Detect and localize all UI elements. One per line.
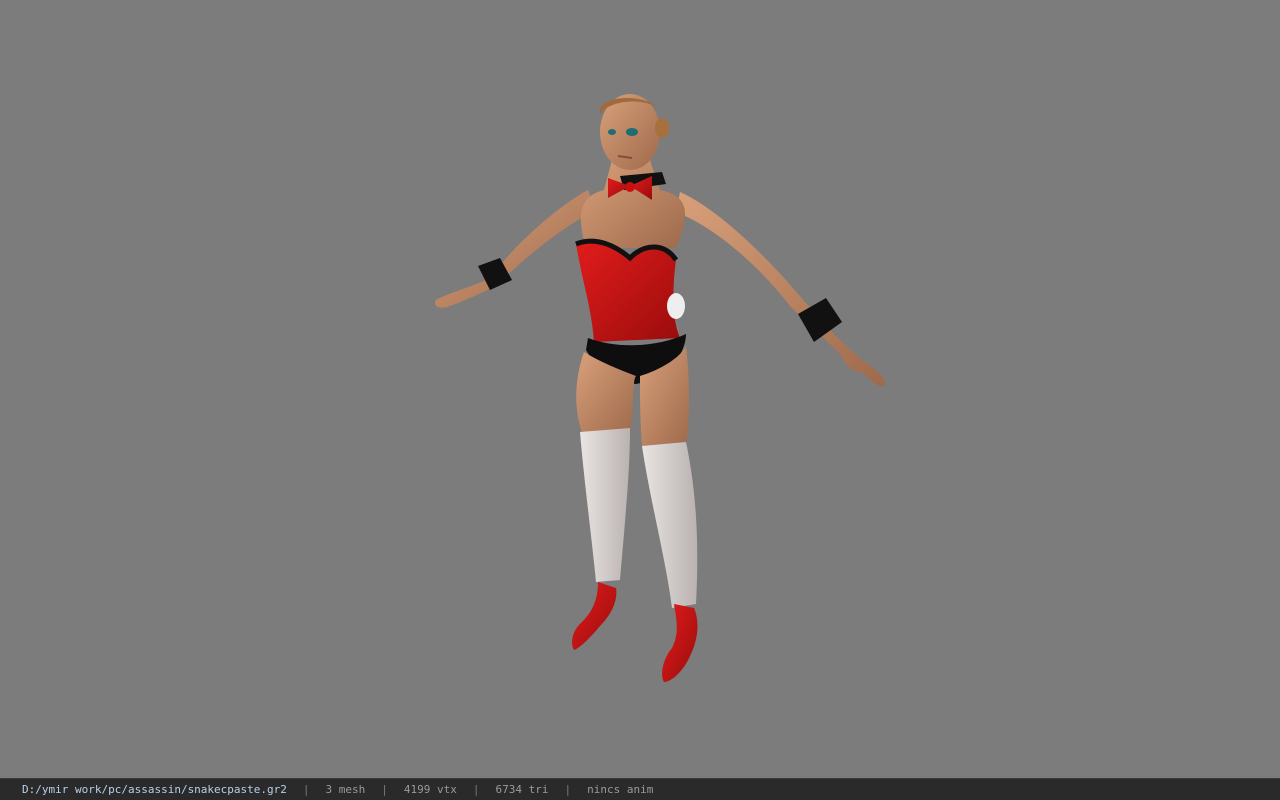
separator: | [302,783,310,796]
status-bar: D:/ymir work/pc/assassin/snakecpaste.gr2… [0,778,1280,800]
separator: | [564,783,572,796]
triangle-count: 6734 tri [495,783,549,796]
3d-viewport[interactable] [0,0,1280,778]
character-model [434,94,886,682]
animation-status: nincs anim [587,783,654,796]
mesh-count: 3 mesh [325,783,366,796]
file-path: D:/ymir work/pc/assassin/snakecpaste.gr2 [22,783,287,796]
separator: | [381,783,388,796]
separator: | [472,783,480,796]
vertex-count: 4199 vtx [403,783,457,796]
